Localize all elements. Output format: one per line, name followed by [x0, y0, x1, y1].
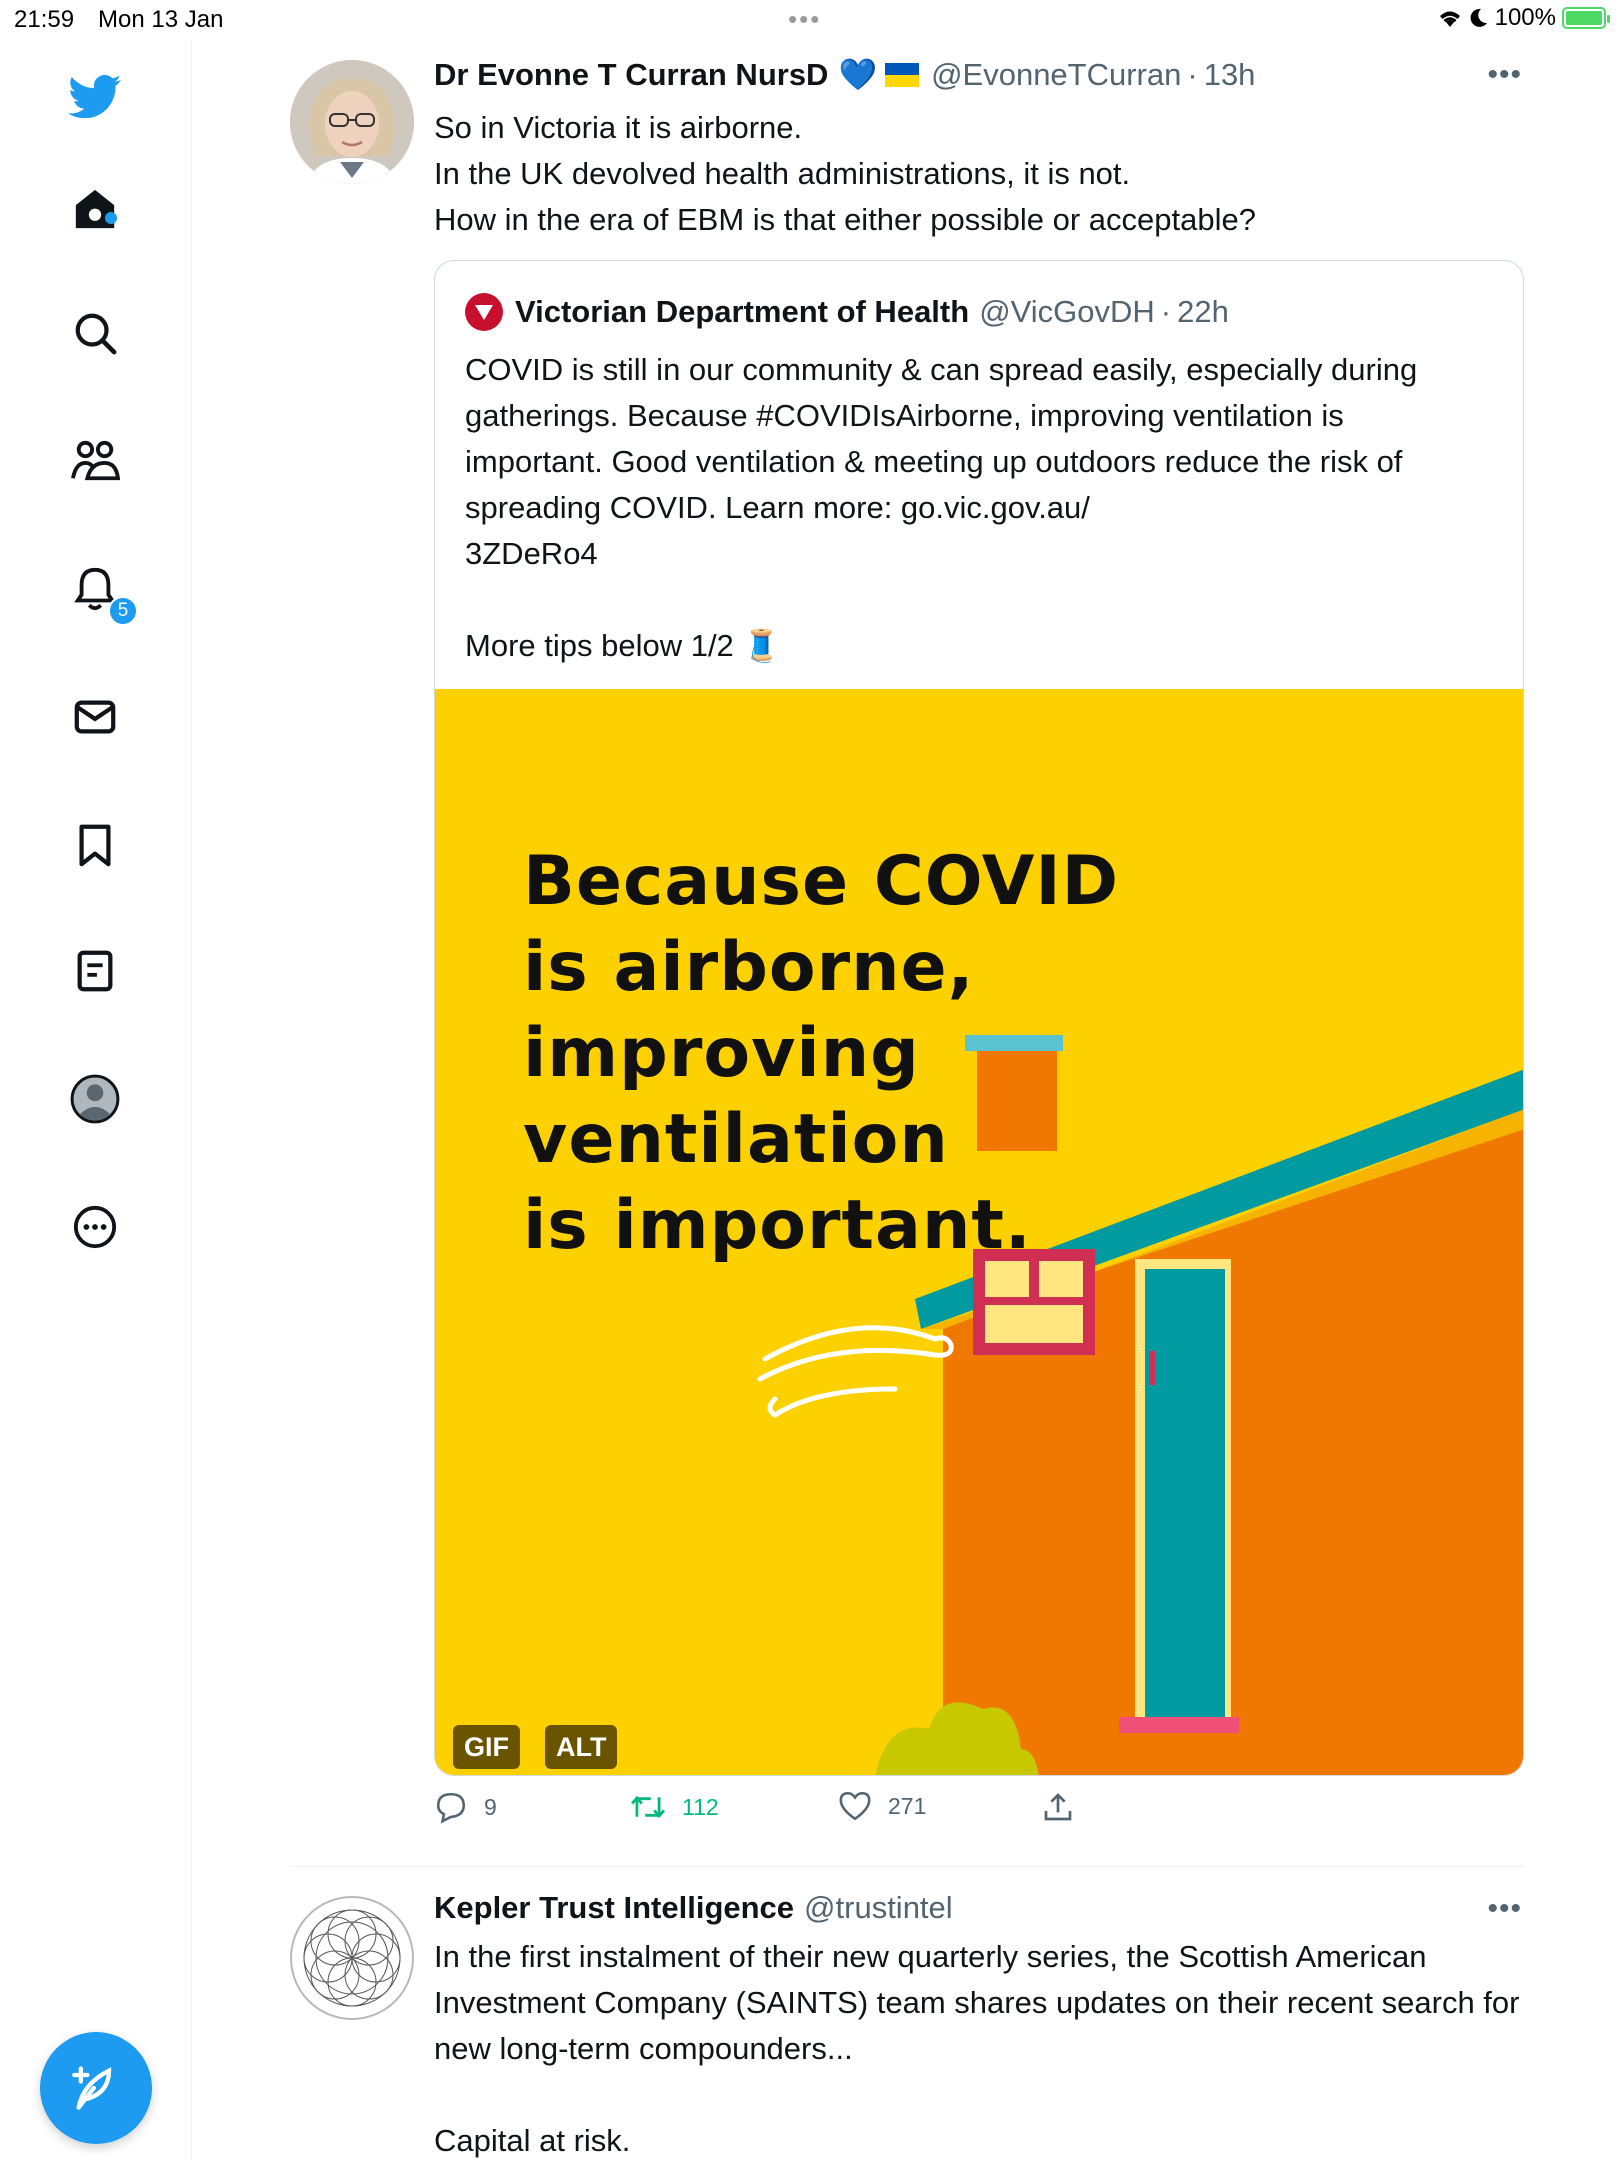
- notification-count-badge: 5: [108, 596, 138, 626]
- share-icon: [1044, 1793, 1072, 1821]
- sidebar: 5: [0, 40, 192, 2160]
- ukraine-flag-icon: [885, 62, 920, 87]
- status-time: 21:59: [14, 6, 75, 33]
- communities-icon[interactable]: [64, 430, 126, 492]
- gif-badge[interactable]: GIF: [453, 1725, 520, 1769]
- reply-count: 9: [484, 1793, 497, 1820]
- retweet-icon: [631, 1795, 665, 1819]
- wifi-icon: [1439, 11, 1460, 27]
- lists-icon[interactable]: [64, 940, 126, 1002]
- quote-author-handle[interactable]: @VicGovDH: [979, 294, 1155, 330]
- battery-percent: 100%: [1494, 4, 1556, 31]
- tweet-text: So in Victoria it is airborne. In the UK…: [434, 110, 1256, 237]
- tweet-more-icon[interactable]: •••: [1487, 58, 1522, 92]
- author-handle[interactable]: @EvonneTCurran: [931, 57, 1181, 93]
- tweet-divider: [290, 1866, 1524, 1867]
- tweet-actions: 9 112 271: [434, 1790, 1134, 1840]
- multitasking-dots-icon[interactable]: •••: [788, 4, 821, 35]
- compose-icon: [72, 2066, 112, 2110]
- quoted-tweet[interactable]: Victorian Department of Health @VicGovDH…: [434, 260, 1524, 1776]
- separator-dot: ·: [1187, 56, 1198, 92]
- blue-heart-emoji: 💙: [838, 57, 878, 92]
- more-icon[interactable]: [64, 1196, 126, 1258]
- retweet-count: 112: [682, 1793, 719, 1820]
- author-avatar[interactable]: [290, 60, 414, 184]
- like-count: 271: [888, 1792, 927, 1819]
- tweet2-author-handle[interactable]: @trustintel: [804, 1890, 953, 1926]
- media-headline: Because COVID is airborne, improving ven…: [523, 842, 1120, 1265]
- quote-media-gif[interactable]: Because COVID is airborne, improving ven…: [435, 689, 1523, 1775]
- home-unread-dot: [105, 212, 117, 224]
- quote-header: Victorian Department of Health @VicGovDH…: [465, 293, 1229, 331]
- compose-button[interactable]: [40, 2032, 152, 2144]
- alt-badge[interactable]: ALT: [545, 1725, 618, 1769]
- profile-icon[interactable]: [64, 1068, 126, 1130]
- status-bar: 21:59 Mon 13 Jan ••• 100%: [0, 0, 1620, 40]
- like-button[interactable]: 271: [838, 1790, 926, 1822]
- moon-icon: [1470, 8, 1487, 27]
- tweet2-text: In the first instalment of their new qua…: [434, 1939, 1520, 2158]
- retweet-button[interactable]: 112: [630, 1790, 719, 1824]
- heart-icon: [839, 1791, 871, 1821]
- status-right: 100%: [1437, 4, 1610, 32]
- separator-dot: ·: [1160, 294, 1172, 329]
- kepler-avatar[interactable]: [290, 1896, 414, 2020]
- share-button[interactable]: [1042, 1790, 1074, 1824]
- reply-icon: [436, 1792, 466, 1824]
- twitter-logo-icon[interactable]: [64, 66, 126, 128]
- status-date: Mon 13 Jan: [98, 6, 224, 33]
- author-name[interactable]: Dr Evonne T Curran NursD: [434, 57, 828, 93]
- tweet-time[interactable]: 13h: [1204, 57, 1256, 93]
- tweet2-author-name[interactable]: Kepler Trust Intelligence: [434, 1890, 794, 1926]
- messages-icon[interactable]: [64, 686, 126, 748]
- reply-button[interactable]: 9: [434, 1790, 497, 1824]
- quote-text: COVID is still in our community & can sp…: [465, 352, 1418, 663]
- tweet2-header: Kepler Trust Intelligence @trustintel: [434, 1890, 953, 1926]
- quote-time[interactable]: 22h: [1177, 294, 1229, 330]
- battery-icon: [1562, 7, 1610, 29]
- home-icon[interactable]: [64, 178, 126, 240]
- quote-author-name[interactable]: Victorian Department of Health: [515, 294, 969, 330]
- bookmarks-icon[interactable]: [64, 814, 126, 876]
- tweet-header: Dr Evonne T Curran NursD 💙 @EvonneTCurra…: [434, 56, 1255, 93]
- search-icon[interactable]: [64, 302, 126, 364]
- tweet2-more-icon[interactable]: •••: [1487, 1892, 1522, 1926]
- vicgov-logo-icon: [465, 293, 503, 331]
